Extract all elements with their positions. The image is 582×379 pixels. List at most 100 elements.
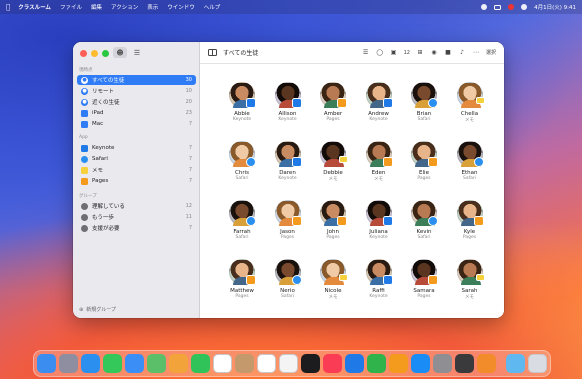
settings-icon[interactable] [433, 354, 452, 373]
clock[interactable]: 4月1日(火) 9:41 [534, 3, 576, 11]
mail-icon[interactable] [125, 354, 144, 373]
student-tile[interactable]: Andrew Keynote [359, 82, 399, 122]
student-tile[interactable]: Brian Safari [404, 82, 444, 122]
student-tile[interactable]: Jason Pages [268, 200, 308, 240]
more-icon[interactable]: ⋯ [472, 49, 480, 56]
minimize-button[interactable] [91, 50, 98, 57]
pages-icon[interactable] [389, 354, 408, 373]
student-tile[interactable]: Debbie メモ [313, 141, 353, 182]
trash-icon[interactable] [528, 354, 547, 373]
sidebar-item-needs-help[interactable]: 支援が必要 7 [77, 223, 196, 233]
menu-bar:  クラスルーム ファイル 編集 アクション 表示 ウインドウ ヘルプ 4月1日… [0, 0, 582, 14]
tray-icon[interactable]: ▣ [390, 49, 398, 56]
menu-window[interactable]: ウインドウ [167, 3, 195, 11]
layers-icon[interactable]: ☰ [362, 49, 370, 56]
student-tile[interactable]: Ethan Safari [450, 141, 490, 181]
keynote-app-icon [382, 216, 393, 226]
pages-app-icon [473, 216, 484, 226]
apple-menu-icon[interactable]:  [6, 3, 10, 11]
compass-icon[interactable]: ◯ [376, 49, 384, 56]
student-tile[interactable]: Kyle Pages [450, 200, 490, 240]
grid-view-icon[interactable]: ☻ [113, 47, 127, 58]
student-tile[interactable]: Sarah メモ [450, 259, 490, 300]
contacts-icon[interactable] [235, 354, 254, 373]
grid-icon[interactable]: ⊞ [416, 49, 424, 56]
student-tile[interactable]: Daren Keynote [268, 141, 308, 181]
student-tile[interactable]: Eden メモ [359, 141, 399, 182]
sidebar-item-label: メモ [92, 168, 104, 174]
student-tile[interactable]: Samara Pages [404, 259, 444, 299]
keynote-app-icon [291, 98, 302, 108]
sidebar-item-pages[interactable]: Pages 7 [77, 176, 196, 186]
student-tile[interactable]: Juliana Keynote [359, 200, 399, 240]
battery-icon[interactable] [494, 4, 502, 10]
student-tile[interactable]: Raffi Keynote [359, 259, 399, 299]
menu-action[interactable]: アクション [111, 3, 138, 11]
sidebar-item-notes[interactable]: メモ 7 [77, 165, 196, 175]
menu-edit[interactable]: 編集 [91, 3, 102, 11]
sidebar-item-count: 7 [188, 225, 192, 231]
photos-icon[interactable] [169, 354, 188, 373]
sidebar-item-count: 7 [188, 156, 192, 162]
reminders-icon[interactable] [257, 354, 276, 373]
student-tile[interactable]: John Pages [313, 200, 353, 240]
safari-icon[interactable] [81, 354, 100, 373]
student-app: Keynote [278, 176, 297, 181]
downloads-folder-icon[interactable] [506, 354, 525, 373]
numbers-icon[interactable] [367, 354, 386, 373]
student-tile[interactable]: Nerio Safari [268, 259, 308, 299]
sidebar-item-almost[interactable]: もう一歩 11 [77, 212, 196, 222]
student-tile[interactable]: Chris Safari [222, 141, 262, 181]
student-app: Keynote [369, 294, 388, 299]
new-group-button[interactable]: ⊕ 新規グループ [79, 306, 116, 314]
classroom-icon[interactable] [477, 354, 496, 373]
student-tile[interactable]: Nicole メモ [313, 259, 353, 300]
close-button[interactable] [80, 50, 87, 57]
messages-icon[interactable] [103, 354, 122, 373]
sidebar-toggle-icon[interactable] [208, 49, 217, 56]
sidebar-item-label: リモート [92, 89, 115, 95]
finder-icon[interactable] [37, 354, 56, 373]
facetime-icon[interactable] [191, 354, 210, 373]
freeform-icon[interactable] [279, 354, 298, 373]
student-tile[interactable]: Chella メモ [450, 82, 490, 123]
lock-icon[interactable]: ■ [444, 49, 452, 56]
music-icon[interactable] [323, 354, 342, 373]
sidebar-item-count: 7 [188, 178, 192, 184]
student-tile[interactable]: Matthew Pages [222, 259, 262, 299]
sidebar-item-all-students[interactable]: ● すべての生徒 30 [77, 75, 196, 85]
sidebar-item-remote[interactable]: ● リモート 10 [77, 86, 196, 96]
maps-icon[interactable] [147, 354, 166, 373]
sidebar-item-mac[interactable]: Mac 7 [77, 119, 196, 129]
zoom-button[interactable] [102, 50, 109, 57]
sidebar-item-nearby[interactable]: ● 近くの生徒 20 [77, 97, 196, 107]
student-tile[interactable]: Amber Pages [313, 82, 353, 122]
student-tile[interactable]: Farrah Safari [222, 200, 262, 240]
appstore-icon[interactable] [411, 354, 430, 373]
menu-file[interactable]: ファイル [60, 3, 82, 11]
menu-app[interactable]: クラスルーム [18, 3, 51, 11]
select-button[interactable]: 選択 [486, 49, 496, 56]
mute-icon[interactable]: ♪ [458, 49, 466, 56]
wifi-icon[interactable] [481, 4, 488, 10]
list-view-icon[interactable]: ☰ [130, 47, 144, 58]
control-center-icon[interactable] [521, 4, 528, 10]
menu-view[interactable]: 表示 [147, 3, 158, 11]
calendar-icon[interactable] [213, 354, 232, 373]
launchpad-icon[interactable] [59, 354, 78, 373]
sidebar-item-ipad[interactable]: iPad 23 [77, 108, 196, 118]
menu-help[interactable]: ヘルプ [204, 3, 221, 11]
sidebar-item-keynote[interactable]: Keynote 7 [77, 143, 196, 153]
eye-icon[interactable]: ◉ [430, 49, 438, 56]
iphone-mirroring-icon[interactable] [455, 354, 474, 373]
student-tile[interactable]: Abbie Keynote [222, 82, 262, 122]
student-tile[interactable]: Kevin Safari [404, 200, 444, 240]
keynote-icon[interactable] [345, 354, 364, 373]
sidebar-item-count: 7 [188, 145, 192, 151]
tv-icon[interactable] [301, 354, 320, 373]
sidebar-item-understands[interactable]: 理解している 12 [77, 201, 196, 211]
student-tile[interactable]: Allison Keynote [268, 82, 308, 122]
student-tile[interactable]: Elie Pages [404, 141, 444, 181]
screen-recording-icon[interactable] [508, 4, 515, 10]
sidebar-item-safari[interactable]: Safari 7 [77, 154, 196, 164]
